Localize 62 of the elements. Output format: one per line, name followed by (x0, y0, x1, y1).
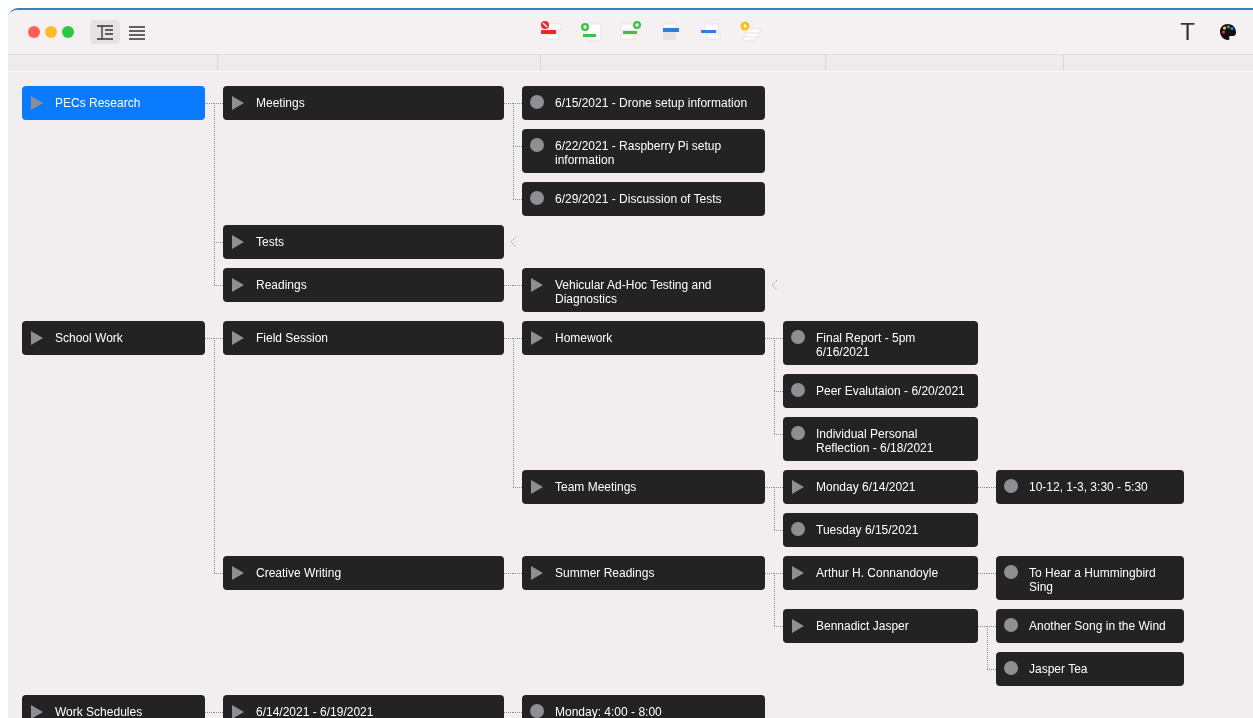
bullet-icon (1004, 565, 1018, 579)
disclosure-triangle-icon[interactable] (792, 619, 804, 633)
outline-node[interactable]: Work Schedules (22, 695, 205, 718)
disclosure-triangle-icon[interactable] (792, 566, 804, 580)
outline-node[interactable]: 6/15/2021 - Drone setup information (522, 86, 765, 120)
list-view-icon (128, 23, 146, 41)
palette-icon[interactable] (1219, 23, 1237, 41)
outline-node[interactable]: Final Report - 5pm 6/16/2021 (783, 321, 978, 365)
disclosure-triangle-icon[interactable] (531, 331, 543, 345)
font-button[interactable]: T (1180, 20, 1195, 44)
disclosure-triangle-icon[interactable] (232, 96, 244, 110)
outline-node[interactable]: Individual Personal Reflection - 6/18/2021 (783, 417, 978, 461)
disclosure-triangle-icon[interactable] (232, 705, 244, 718)
outline-node[interactable]: Arthur H. Connandoyle (783, 556, 978, 590)
bullet-icon (530, 95, 544, 109)
outline-node[interactable]: 6/22/2021 - Raspberry Pi setup information (522, 129, 765, 173)
disclosure-triangle-icon[interactable] (232, 566, 244, 580)
outline-node[interactable]: Jasper Tea (996, 652, 1184, 686)
bullet-icon (530, 138, 544, 152)
outline-node[interactable]: School Work (22, 321, 205, 355)
outline-node[interactable]: Monday: 4:00 - 8:00 (522, 695, 765, 718)
bullet-icon (1004, 618, 1018, 632)
outline-node[interactable]: 6/29/2021 - Discussion of Tests (522, 182, 765, 216)
disclosure-triangle-icon[interactable] (531, 566, 543, 580)
outline-node[interactable]: Summer Readings (522, 556, 765, 590)
close-button[interactable] (28, 26, 40, 38)
disclosure-triangle-icon[interactable] (531, 480, 543, 494)
bullet-icon (791, 522, 805, 536)
outline-node[interactable]: Peer Evalutaion - 6/20/2021 (783, 374, 978, 408)
bullet-icon (791, 383, 805, 397)
outline-node[interactable]: 6/14/2021 - 6/19/2021 (223, 695, 504, 718)
bullet-icon (791, 426, 805, 440)
outline-node[interactable]: Tuesday 6/15/2021 (783, 513, 978, 547)
outline-view-icon (96, 23, 114, 41)
outline-node[interactable]: Monday 6/14/2021 (783, 470, 978, 504)
bullet-icon (530, 191, 544, 205)
indent-icon[interactable] (660, 21, 682, 41)
disclosure-triangle-icon[interactable] (531, 278, 543, 292)
disclosure-triangle-icon[interactable] (232, 278, 244, 292)
outline-node[interactable]: Meetings (223, 86, 504, 120)
outline-node[interactable]: Homework (522, 321, 765, 355)
outline-node[interactable]: Team Meetings (522, 470, 765, 504)
outline-node[interactable]: Readings (223, 268, 504, 302)
outline-node[interactable]: Another Song in the Wind (996, 609, 1184, 643)
outline-node[interactable]: 10-12, 1-3, 3:30 - 5:30 (996, 470, 1184, 504)
bullet-icon (1004, 479, 1018, 493)
outline-node[interactable]: Field Session (223, 321, 504, 355)
outline-view-button[interactable] (90, 20, 120, 44)
bullet-icon (530, 704, 544, 718)
outline-node[interactable]: Bennadict Jasper (783, 609, 978, 643)
outline-node[interactable]: To Hear a Hummingbird Sing (996, 556, 1184, 600)
disclosure-triangle-icon[interactable] (232, 235, 244, 249)
remove-item-icon[interactable] (540, 21, 562, 41)
bullet-icon (791, 330, 805, 344)
disclosure-triangle-icon[interactable] (31, 331, 43, 345)
disclosure-triangle-icon[interactable] (232, 331, 244, 345)
disclosure-triangle-icon[interactable] (31, 705, 43, 718)
outline-node[interactable]: PECs Research (22, 86, 205, 120)
outline-node[interactable]: Creative Writing (223, 556, 504, 590)
disclosure-triangle-icon[interactable] (792, 480, 804, 494)
bullet-icon (1004, 661, 1018, 675)
outdent-icon[interactable] (700, 21, 722, 41)
